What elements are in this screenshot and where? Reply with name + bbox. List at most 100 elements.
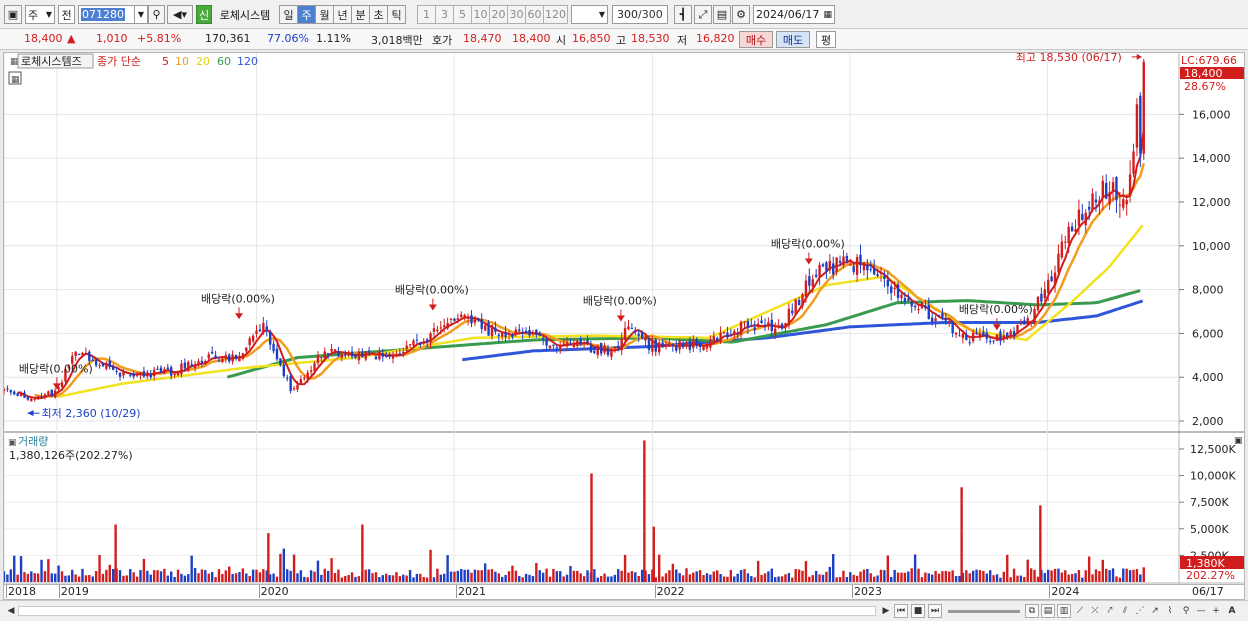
draw-cross-icon[interactable]: ⤫ [1088, 604, 1102, 618]
window-icon[interactable]: ▣ [4, 5, 22, 24]
scroll-left-icon[interactable]: ◀ [4, 604, 18, 618]
volume-value: 170,361 [205, 32, 251, 45]
candle-body [19, 393, 23, 397]
tab-틱[interactable]: 틱 [387, 5, 406, 24]
calendar-icon[interactable]: ▦ [823, 10, 832, 20]
scroll-right-icon[interactable]: ▶ [879, 604, 893, 618]
zoom-in-icon[interactable]: + [1209, 604, 1223, 618]
draw-channel-icon[interactable]: ⫽ [1118, 604, 1132, 618]
volume-bar [292, 554, 296, 582]
stock-name: 로체시스템 [219, 8, 271, 22]
draw-fan-icon[interactable]: ⋰ [1133, 604, 1147, 618]
volume-bar [415, 573, 419, 582]
volume-bar [326, 570, 330, 582]
candle-body [60, 382, 64, 387]
code-dropdown-icon[interactable]: ▼ [134, 5, 148, 24]
volume-bar [695, 571, 698, 582]
interval-60[interactable]: 60 [525, 5, 544, 24]
candle-body [507, 332, 511, 335]
tab-년[interactable]: 년 [333, 5, 352, 24]
volume-bar [494, 571, 497, 582]
volume-bar [681, 575, 685, 582]
interval-5[interactable]: 5 [453, 5, 472, 24]
stop-icon[interactable]: ■ [911, 604, 925, 618]
volume-bar [1036, 576, 1040, 582]
candle-body [657, 342, 661, 353]
draw-zigzag-icon[interactable]: ⌇ [1163, 604, 1177, 618]
ma120-legend: 120 [237, 55, 258, 68]
volume-bar [453, 571, 456, 582]
draw-arrow-icon[interactable]: ⤤ [1103, 604, 1117, 618]
volume-bar [497, 573, 501, 582]
candle-body [535, 329, 538, 335]
zoom-out-icon[interactable]: — [1194, 604, 1208, 618]
interval-30[interactable]: 30 [507, 5, 526, 24]
tab-일[interactable]: 일 [279, 5, 298, 24]
candle-body [545, 339, 548, 346]
candle-body [617, 345, 620, 349]
candle-body [415, 339, 419, 341]
volume-bar [267, 533, 270, 582]
chart-canvas[interactable]: 최고 18,530 (06/17) 최저 2,360 (10/29) 배당락(0.0… [4, 53, 1244, 584]
volume-bar [811, 575, 814, 582]
candle-body [756, 323, 760, 328]
draw-line-icon[interactable]: ⟋ [1073, 604, 1087, 618]
sell-button[interactable]: 매도 [776, 31, 810, 48]
layout-icon[interactable]: ▤ [1041, 604, 1055, 618]
interval-select[interactable]: ▼ [571, 5, 608, 24]
volume-bar [920, 577, 924, 582]
candle-body [364, 351, 367, 360]
chevron-down-icon: ▼ [45, 10, 52, 19]
chart-area[interactable]: 최고 18,530 (06/17) 최저 2,360 (10/29) 배당락(0.0… [3, 52, 1245, 585]
volume-bar [869, 573, 872, 582]
last-page-icon[interactable]: ⏭ [928, 604, 942, 618]
draw-ray-icon[interactable]: ↗ [1148, 604, 1162, 618]
date-field[interactable]: 2024/06/17 ▦ [753, 5, 835, 24]
horizontal-scrollbar[interactable] [18, 606, 876, 616]
buy-button[interactable]: 매수 [739, 31, 773, 48]
candle-body [671, 344, 675, 347]
interval-20[interactable]: 20 [489, 5, 508, 24]
candle-body [722, 332, 726, 334]
volume-bar [1064, 570, 1067, 582]
candle-body [582, 342, 586, 344]
window-split-icon[interactable]: ▥ [1057, 604, 1071, 618]
candle-body [890, 286, 893, 294]
zoom-slider[interactable] [948, 610, 1020, 613]
tab-주[interactable]: 주 [297, 5, 316, 24]
search-icon[interactable]: ⚲ [148, 5, 165, 24]
copy-icon[interactable]: ⧉ [1025, 604, 1039, 618]
period-unit-select[interactable]: 주 ▼ [25, 5, 55, 24]
candle-body [569, 344, 572, 346]
new-badge: 신 [196, 5, 212, 24]
turnover-ratio: 1.11% [316, 32, 351, 45]
count-field[interactable]: 300/300 [612, 5, 668, 24]
candle-body [330, 348, 333, 352]
candle-icon[interactable]: ┫ [674, 5, 692, 24]
volume-bar [262, 569, 265, 582]
volume-bar [344, 576, 347, 582]
interval-3[interactable]: 3 [435, 5, 454, 24]
magnifier-icon[interactable]: ⚲ [1179, 604, 1193, 618]
stock-code-input[interactable]: 071280 [78, 5, 136, 24]
speaker-icon[interactable]: ◀▾ [167, 5, 193, 24]
high-label: 고 [616, 34, 627, 47]
tab-초[interactable]: 초 [369, 5, 388, 24]
interval-120[interactable]: 120 [543, 5, 568, 24]
volume-bar [562, 576, 565, 582]
first-page-icon[interactable]: ⏮ [894, 604, 908, 618]
interval-1[interactable]: 1 [417, 5, 436, 24]
candle-body [726, 332, 729, 338]
tab-분[interactable]: 분 [351, 5, 370, 24]
gear-icon[interactable]: ⚙ [732, 5, 750, 24]
tab-월[interactable]: 월 [315, 5, 334, 24]
line-tool-icon[interactable]: ⤢ [694, 5, 712, 24]
volume-bar [756, 560, 760, 582]
interval-10[interactable]: 10 [471, 5, 490, 24]
eval-button[interactable]: 평 [816, 31, 836, 48]
candle-body [613, 347, 617, 349]
prev-button[interactable]: 전 [58, 5, 75, 24]
volume-bar [620, 570, 623, 582]
save-icon[interactable]: ▤ [713, 5, 731, 24]
text-tool-icon[interactable]: A [1225, 604, 1239, 618]
